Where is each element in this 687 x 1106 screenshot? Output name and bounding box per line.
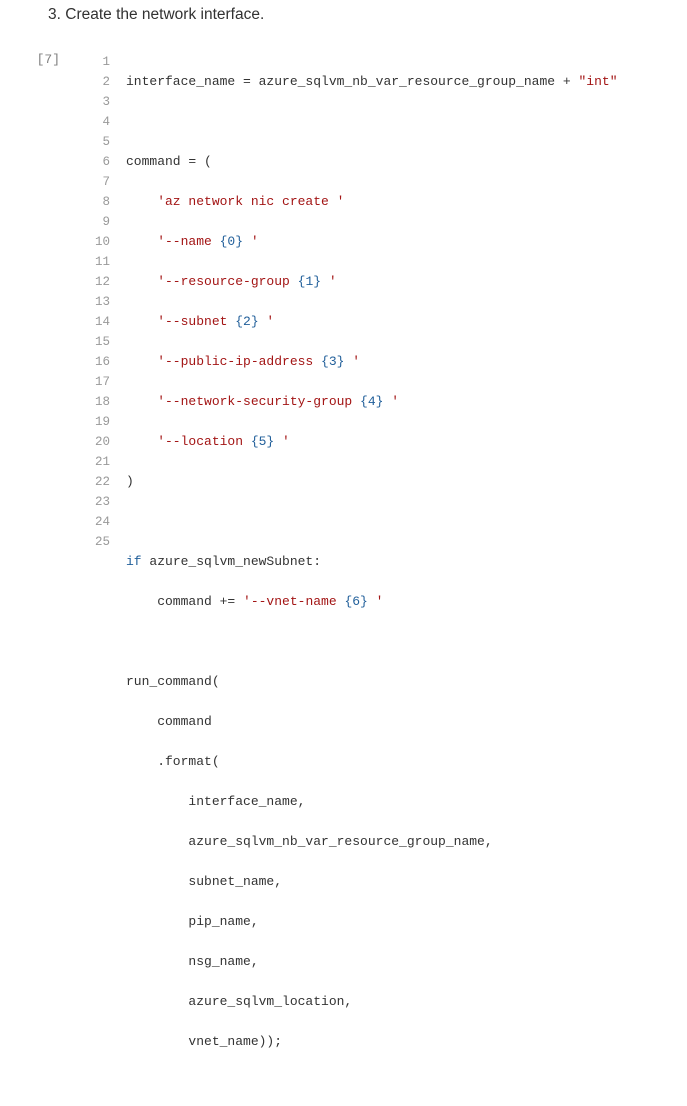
line-number: 24 <box>76 512 110 532</box>
cell-prompt: [7] <box>0 46 68 67</box>
step-number: 3. <box>48 6 61 23</box>
code-line: if azure_sqlvm_newSubnet: <box>126 552 679 572</box>
line-number: 17 <box>76 372 110 392</box>
line-number: 25 <box>76 532 110 552</box>
line-number: 5 <box>76 132 110 152</box>
code-line <box>126 632 679 652</box>
code-line: azure_sqlvm_location, <box>126 992 679 1012</box>
code-line: nsg_name, <box>126 952 679 972</box>
line-number: 1 <box>76 52 110 72</box>
code-line: .format( <box>126 752 679 772</box>
line-number: 6 <box>76 152 110 172</box>
line-number: 16 <box>76 352 110 372</box>
line-number: 20 <box>76 432 110 452</box>
code-line: '--subnet {2} ' <box>126 312 679 332</box>
code-body[interactable]: interface_name = azure_sqlvm_nb_var_reso… <box>118 46 687 1098</box>
line-number: 15 <box>76 332 110 352</box>
line-number: 19 <box>76 412 110 432</box>
code-line: interface_name, <box>126 792 679 812</box>
code-line: command = ( <box>126 152 679 172</box>
line-number: 8 <box>76 192 110 212</box>
line-number: 7 <box>76 172 110 192</box>
line-number: 2 <box>76 72 110 92</box>
code-line: '--name {0} ' <box>126 232 679 252</box>
code-line: subnet_name, <box>126 872 679 892</box>
code-line: '--resource-group {1} ' <box>126 272 679 292</box>
code-line: vnet_name)); <box>126 1032 679 1052</box>
code-line: '--network-security-group {4} ' <box>126 392 679 412</box>
code-cell: [7] 123456789101112131415161718192021222… <box>0 42 687 1106</box>
line-number: 14 <box>76 312 110 332</box>
code-line: 'az network nic create ' <box>126 192 679 212</box>
code-line: '--public-ip-address {3} ' <box>126 352 679 372</box>
line-number: 18 <box>76 392 110 412</box>
line-number: 11 <box>76 252 110 272</box>
code-line: command += '--vnet-name {6} ' <box>126 592 679 612</box>
code-line: run_command( <box>126 672 679 692</box>
step-text: Create the network interface. <box>65 6 264 23</box>
code-line: azure_sqlvm_nb_var_resource_group_name, <box>126 832 679 852</box>
line-number: 4 <box>76 112 110 132</box>
code-editor[interactable]: 1234567891011121314151617181920212223242… <box>68 46 687 1098</box>
line-number: 12 <box>76 272 110 292</box>
line-number: 9 <box>76 212 110 232</box>
step-heading: 3. Create the network interface. <box>0 0 687 42</box>
code-line: interface_name = azure_sqlvm_nb_var_reso… <box>126 72 679 92</box>
code-line: '--location {5} ' <box>126 432 679 452</box>
line-number: 23 <box>76 492 110 512</box>
code-line: pip_name, <box>126 912 679 932</box>
line-number: 22 <box>76 472 110 492</box>
line-number-gutter: 1234567891011121314151617181920212223242… <box>68 46 118 1098</box>
line-number: 21 <box>76 452 110 472</box>
code-line: ) <box>126 472 679 492</box>
line-number: 10 <box>76 232 110 252</box>
line-number: 13 <box>76 292 110 312</box>
code-line <box>126 512 679 532</box>
line-number: 3 <box>76 92 110 112</box>
code-line: command <box>126 712 679 732</box>
code-line <box>126 112 679 132</box>
